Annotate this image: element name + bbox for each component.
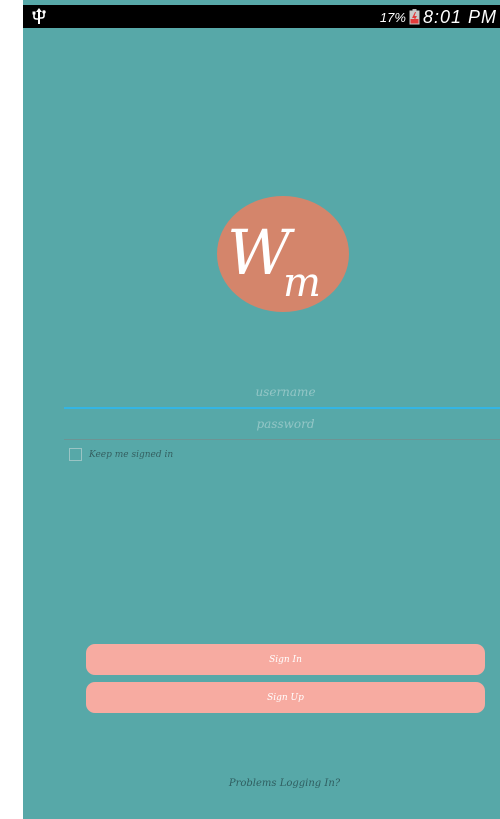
sign-in-button[interactable]: Sign In <box>86 644 485 675</box>
screen: W m Keep me signed in Sign In Sign Up Pr… <box>0 0 500 819</box>
problems-logging-in-link[interactable]: Problems Logging In? <box>23 778 500 789</box>
battery-percent: 17% <box>379 9 406 25</box>
logo-monogram: W m <box>227 216 321 306</box>
status-bar: 17% 8:01 PM <box>23 5 500 28</box>
keep-signed-in-row[interactable]: Keep me signed in <box>69 448 173 461</box>
usb-icon <box>31 8 47 25</box>
username-field[interactable] <box>64 377 500 409</box>
battery-low-icon <box>409 9 420 25</box>
sign-up-button[interactable]: Sign Up <box>86 682 485 713</box>
app-logo: W m <box>217 196 349 312</box>
password-input[interactable] <box>64 409 500 439</box>
status-indicators: 17% 8:01 PM <box>380 6 497 28</box>
username-input[interactable] <box>64 377 500 407</box>
clock: 8:01 PM <box>422 6 497 27</box>
keep-signed-in-label: Keep me signed in <box>89 449 174 460</box>
password-field[interactable] <box>64 409 500 440</box>
logo-letter-m: m <box>283 260 321 306</box>
login-screen: W m Keep me signed in Sign In Sign Up Pr… <box>23 0 500 819</box>
keep-signed-in-checkbox[interactable] <box>69 448 82 461</box>
